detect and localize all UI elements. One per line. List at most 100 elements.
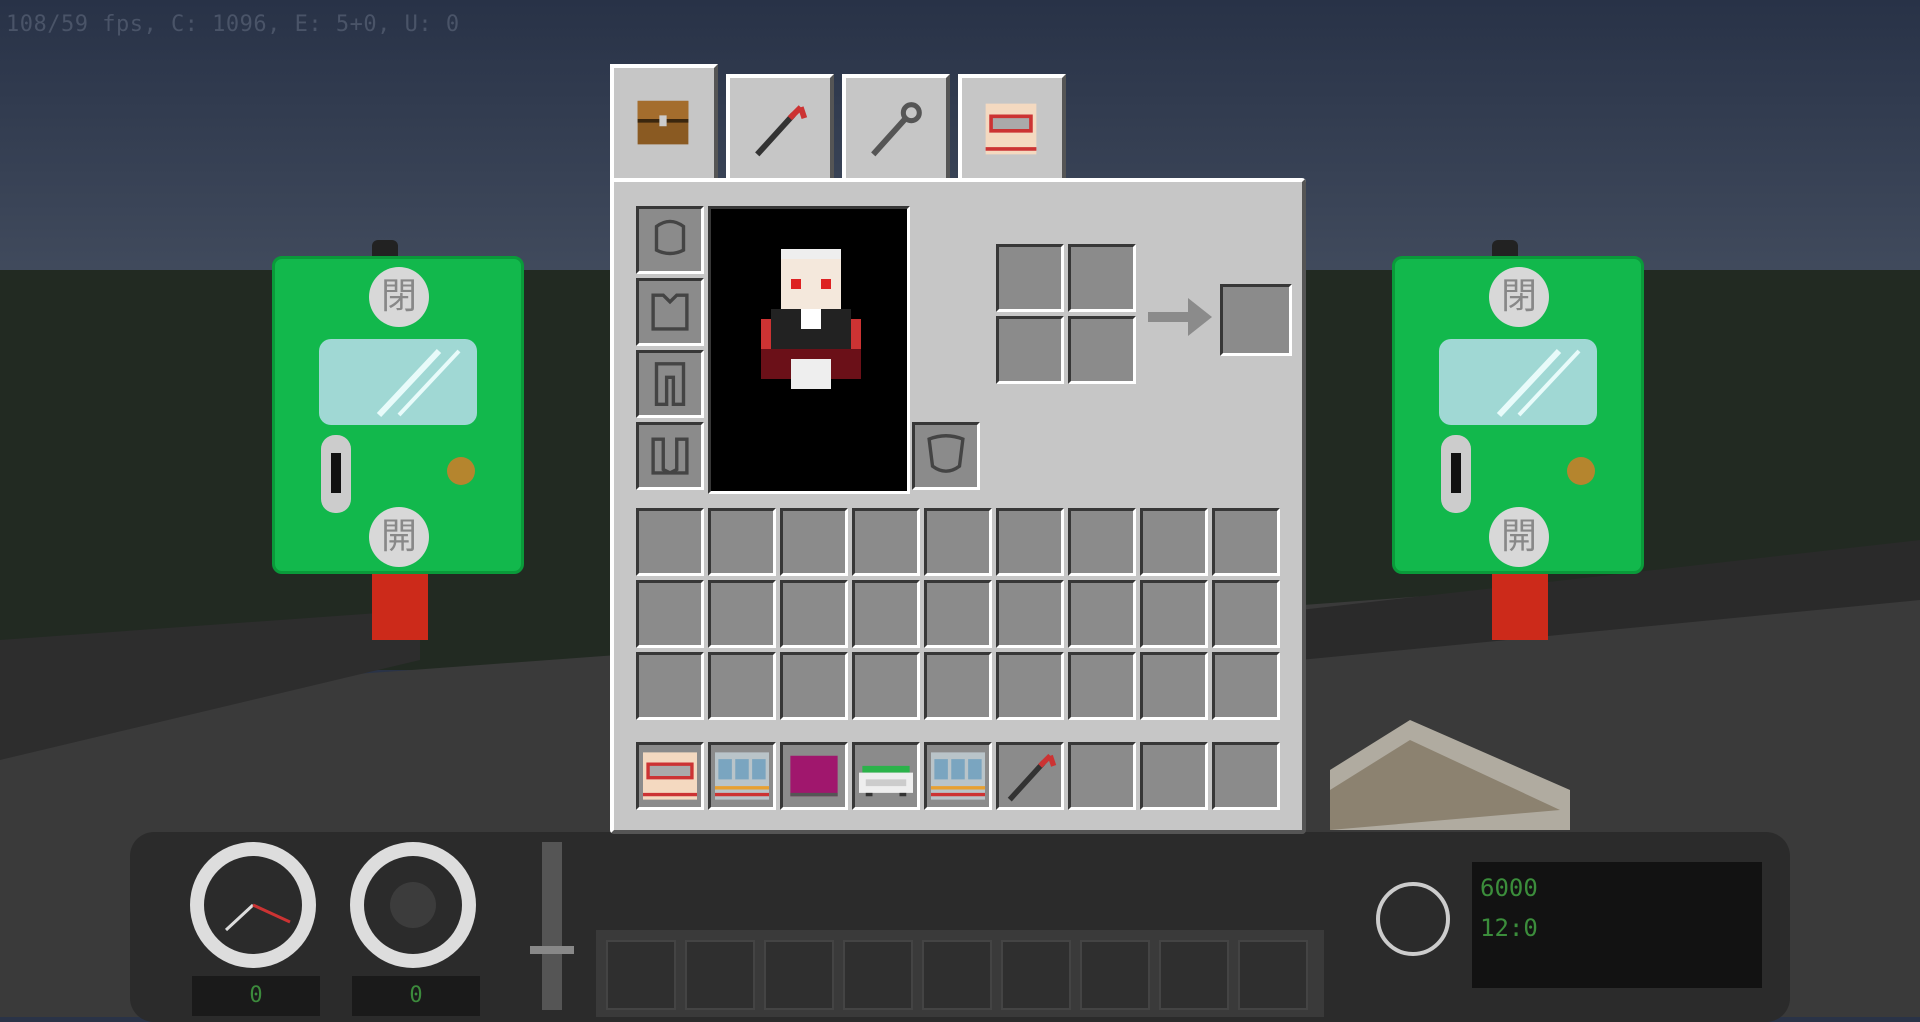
crowbar-icon <box>755 105 808 157</box>
door-sign-right[interactable]: 閉 開 <box>1392 256 1644 574</box>
inventory-slot[interactable] <box>636 652 704 720</box>
inventory-slot[interactable] <box>1212 508 1280 576</box>
hotbar-slot[interactable] <box>924 742 992 810</box>
inventory-slot[interactable] <box>1068 652 1136 720</box>
helmet-slot[interactable] <box>636 206 704 274</box>
door-button-icon <box>1567 457 1595 485</box>
pressure-readout: 0 <box>352 976 480 1016</box>
crafting-result-slot[interactable] <box>1220 284 1292 356</box>
leggings-slot-icon <box>654 362 686 406</box>
background-hotbar-slot <box>1159 940 1229 1010</box>
inventory-slot[interactable] <box>996 508 1064 576</box>
crafting-slot[interactable] <box>996 316 1064 384</box>
debug-overlay: 108/59 fps, C: 1096, E: 5+0, U: 0 <box>6 12 460 37</box>
inventory-slot[interactable] <box>1140 652 1208 720</box>
boots-slot[interactable] <box>636 422 704 490</box>
green-white-train-icon <box>859 765 913 797</box>
door-close-label: 閉 <box>369 267 429 327</box>
door-window <box>319 339 477 425</box>
crafting-slot[interactable] <box>1068 244 1136 312</box>
inventory-slot[interactable] <box>708 508 776 576</box>
tab-chest[interactable] <box>610 64 718 194</box>
crafting-slot[interactable] <box>1068 316 1136 384</box>
offhand-slot[interactable] <box>912 422 980 490</box>
crafting-arrow-icon <box>1148 298 1212 336</box>
inventory-slot[interactable] <box>852 508 920 576</box>
speed-gauge <box>190 842 316 968</box>
door-handle-icon <box>321 435 351 513</box>
background-hotbar-slot <box>843 940 913 1010</box>
inventory-slot[interactable] <box>1068 580 1136 648</box>
door-button-icon <box>447 457 475 485</box>
commuter-train-icon <box>931 752 985 800</box>
destination-line: 6000 <box>1480 874 1538 902</box>
inventory-slot[interactable] <box>708 580 776 648</box>
background-hotbar-slot <box>1080 940 1150 1010</box>
inventory-slot[interactable] <box>924 508 992 576</box>
leggings-slot[interactable] <box>636 350 704 418</box>
door-open-label: 開 <box>1489 507 1549 567</box>
inventory-slot[interactable] <box>996 652 1064 720</box>
inventory-slot[interactable] <box>1140 508 1208 576</box>
inventory-slot[interactable] <box>636 580 704 648</box>
pressure-gauge <box>350 842 476 968</box>
tab-wrench[interactable] <box>842 74 950 186</box>
wrench-icon <box>871 102 922 157</box>
inventory-slot[interactable] <box>780 580 848 648</box>
notch-lever[interactable] <box>530 842 574 1010</box>
player-avatar <box>761 249 861 389</box>
inventory-slot[interactable] <box>996 580 1064 648</box>
sign-post-right <box>1492 572 1548 640</box>
speed-readout: 0 <box>192 976 320 1016</box>
crafting-slot[interactable] <box>996 244 1064 312</box>
inventory-slot[interactable] <box>1212 652 1280 720</box>
inventory-slot[interactable] <box>780 652 848 720</box>
helmet-slot-icon <box>654 219 686 256</box>
tab-crowbar[interactable] <box>726 74 834 186</box>
inventory-slot[interactable] <box>924 580 992 648</box>
inventory-slot[interactable] <box>1068 508 1136 576</box>
hotbar-slot[interactable] <box>1212 742 1280 810</box>
door-open-label: 開 <box>369 507 429 567</box>
inventory-slot[interactable] <box>780 508 848 576</box>
background-hotbar-slot <box>1238 940 1308 1010</box>
train-car-icon <box>985 103 1037 155</box>
inventory-slot[interactable] <box>924 652 992 720</box>
stopwatch-icon <box>1376 882 1450 956</box>
sign-post-left <box>372 572 428 640</box>
door-close-label: 閉 <box>1489 267 1549 327</box>
hotbar-slot[interactable] <box>636 742 704 810</box>
inventory-slot[interactable] <box>1212 580 1280 648</box>
destination-display: 6000 12:0 <box>1472 862 1762 988</box>
inventory-slot[interactable] <box>708 652 776 720</box>
inventory-slot[interactable] <box>636 508 704 576</box>
magenta-block-icon <box>790 755 838 797</box>
door-window <box>1439 339 1597 425</box>
background-hotbar-slot <box>1001 940 1071 1010</box>
hotbar-slot[interactable] <box>780 742 848 810</box>
boots-slot-icon <box>651 437 689 475</box>
hotbar-slot[interactable] <box>708 742 776 810</box>
crowbar-icon <box>1007 753 1057 802</box>
game-scene: 108/59 fps, C: 1096, E: 5+0, U: 0 閉 開 閉 … <box>0 0 1920 1022</box>
door-handle-icon <box>1441 435 1471 513</box>
hotbar-slot[interactable] <box>1068 742 1136 810</box>
inventory-slot[interactable] <box>852 580 920 648</box>
chestplate-slot[interactable] <box>636 278 704 346</box>
shield-slot-icon <box>927 434 965 473</box>
tab-train[interactable] <box>958 74 1066 186</box>
chestplate-slot-icon <box>651 293 689 331</box>
hotbar-slot[interactable] <box>996 742 1064 810</box>
door-sign-left[interactable]: 閉 開 <box>272 256 524 574</box>
background-hotbar-slot <box>606 940 676 1010</box>
background-hotbar-slot <box>922 940 992 1010</box>
player-preview <box>708 206 910 494</box>
inventory-slot[interactable] <box>1140 580 1208 648</box>
background-hotbar-slot <box>764 940 834 1010</box>
red-train-car-icon <box>643 752 697 800</box>
inventory-slot[interactable] <box>852 652 920 720</box>
destination-line: 12:0 <box>1480 914 1538 942</box>
hotbar-slot[interactable] <box>852 742 920 810</box>
hotbar-slot[interactable] <box>1140 742 1208 810</box>
background-hotbar <box>596 930 1324 1017</box>
